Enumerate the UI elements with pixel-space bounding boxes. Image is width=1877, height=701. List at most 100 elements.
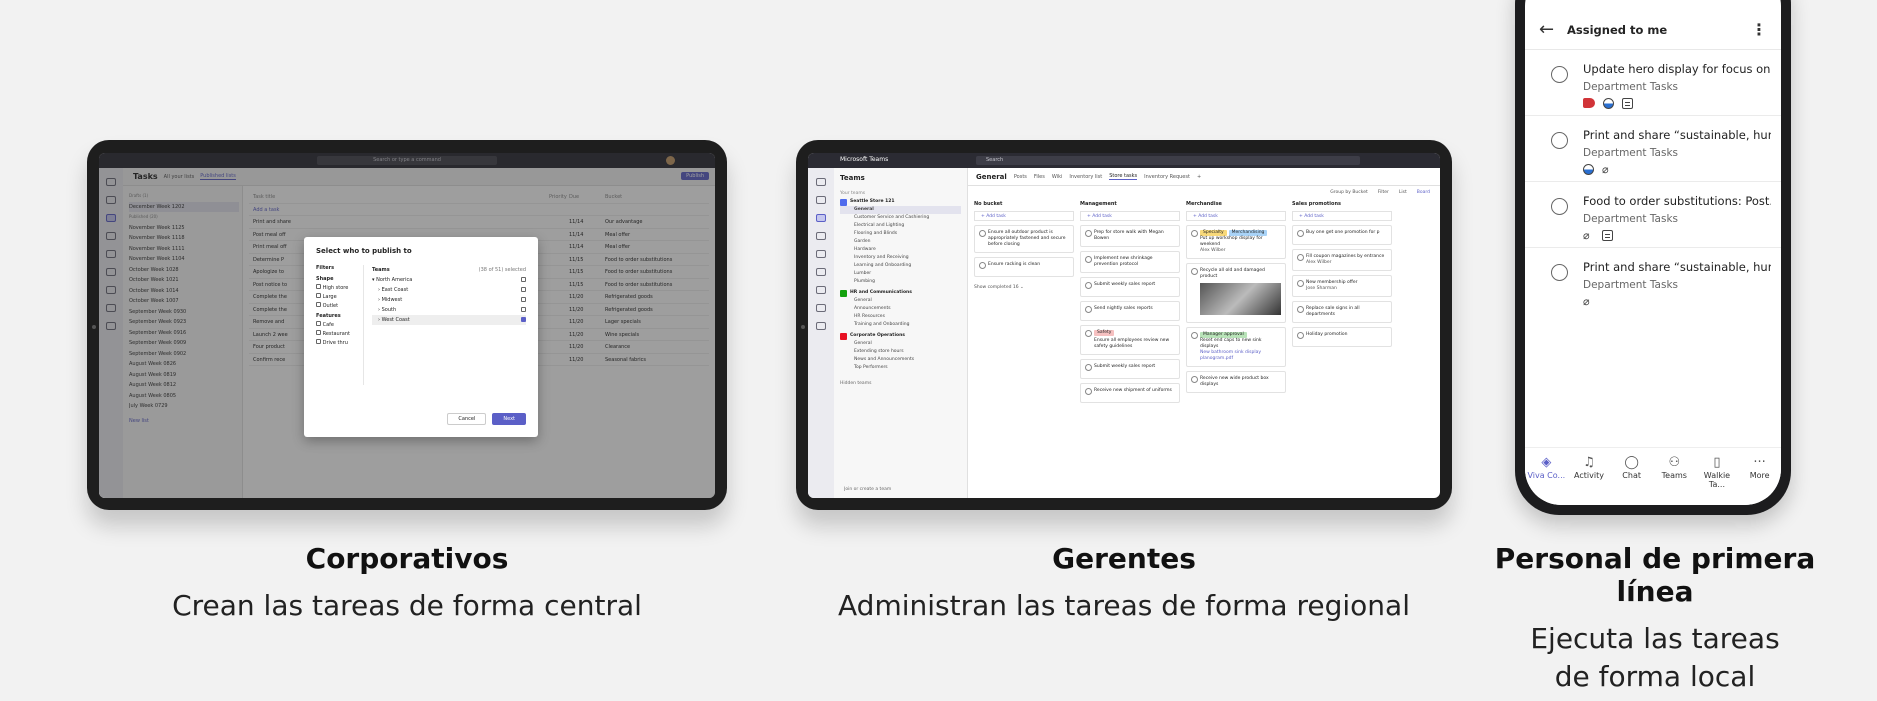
channel-item[interactable]: Flooring and Blinds: [840, 230, 961, 238]
filter-button[interactable]: Filter: [1378, 190, 1389, 195]
next-button[interactable]: Next: [492, 413, 526, 425]
task-card[interactable]: Submit weekly sales report: [1080, 277, 1180, 297]
shifts-icon[interactable]: [816, 250, 826, 258]
tab-inventory-list[interactable]: Inventory list: [1069, 174, 1102, 180]
add-task-button[interactable]: + Add task: [1292, 211, 1392, 221]
team-row[interactable]: › South: [372, 305, 526, 315]
more-vertical-icon[interactable]: ⋮: [1751, 20, 1767, 39]
team-row[interactable]: ▾ North America: [372, 275, 526, 285]
tasks-icon[interactable]: [816, 232, 826, 240]
filter-option[interactable]: Cafe: [316, 319, 363, 328]
channel-item[interactable]: Customer Service and Cashiering: [840, 214, 961, 222]
channel-item[interactable]: Electrical and Lighting: [840, 222, 961, 230]
channel-item[interactable]: Announcements: [840, 305, 961, 313]
filter-option[interactable]: Drive thru: [316, 337, 363, 346]
channel-item[interactable]: Lumber: [840, 270, 961, 278]
activity-icon[interactable]: [816, 178, 826, 186]
channel-item[interactable]: Extending store hours: [840, 348, 961, 356]
group-by-dropdown[interactable]: Group by Bucket: [1330, 190, 1367, 195]
complete-circle-icon[interactable]: [1551, 264, 1568, 281]
task-card[interactable]: Holiday promotion: [1292, 327, 1392, 347]
approvals-icon[interactable]: [816, 268, 826, 276]
channel-item[interactable]: Hardware: [840, 246, 961, 254]
task-card[interactable]: Manager approval Reset end caps to new si…: [1186, 327, 1286, 367]
task-card[interactable]: Safety Ensure all employees review new sa…: [1080, 325, 1180, 355]
task-card[interactable]: New membership offer Jose Sharman: [1292, 275, 1392, 297]
tab-posts[interactable]: Posts: [1014, 174, 1027, 180]
task-card[interactable]: Send nightly sales reports: [1080, 301, 1180, 321]
app-rail: [808, 168, 834, 498]
tab-files[interactable]: Files: [1034, 174, 1045, 180]
cancel-button[interactable]: Cancel: [447, 413, 487, 425]
channel-item[interactable]: Plumbing: [840, 278, 961, 286]
list-item[interactable]: Print and share “sustainable, hum... Dep…: [1525, 116, 1781, 182]
chat-icon[interactable]: [816, 196, 826, 204]
board-view-button[interactable]: Board: [1417, 190, 1430, 195]
task-card[interactable]: Fill coupon magazines by entrance Alex Wi…: [1292, 249, 1392, 271]
nav-activity[interactable]: ♫ Activity: [1569, 455, 1609, 505]
files-icon[interactable]: [816, 322, 826, 330]
team-item[interactable]: Corporate Operations: [840, 332, 961, 340]
channel-item[interactable]: News and Announcements: [840, 356, 961, 364]
list-view-button[interactable]: List: [1399, 190, 1407, 195]
task-card[interactable]: Buy one get one promotion for p: [1292, 225, 1392, 245]
task-card[interactable]: Recycle all old and damaged product: [1186, 263, 1286, 323]
channel-item[interactable]: Learning and Onboarding: [840, 262, 961, 270]
task-card[interactable]: Submit weekly sales report: [1080, 359, 1180, 379]
channel-item[interactable]: Garden: [840, 238, 961, 246]
show-completed-toggle[interactable]: Show completed 16 ⌄: [974, 285, 1074, 290]
task-card[interactable]: Receive new wide product box displays: [1186, 371, 1286, 393]
task-card[interactable]: Ensure racking is clean: [974, 257, 1074, 277]
nav-teams[interactable]: ⚇ Teams: [1654, 455, 1694, 505]
team-item[interactable]: HR and Communications: [840, 289, 961, 297]
nav-more[interactable]: ··· More: [1740, 455, 1780, 505]
filter-option[interactable]: Large: [316, 291, 363, 300]
add-task-button[interactable]: + Add task: [1080, 211, 1180, 221]
task-card[interactable]: Replace sale signs in all departments: [1292, 301, 1392, 323]
channel-item[interactable]: Training and Onboarding: [840, 321, 961, 329]
caption-managers: Gerentes Administran las tareas de forma…: [796, 542, 1452, 625]
list-item[interactable]: Food to order substitutions: Post... Dep…: [1525, 182, 1781, 248]
tab-wiki[interactable]: Wiki: [1052, 174, 1063, 180]
add-task-button[interactable]: + Add task: [1186, 211, 1286, 221]
team-row[interactable]: › Midwest: [372, 295, 526, 305]
complete-circle-icon[interactable]: [1551, 132, 1568, 149]
task-card[interactable]: Receive new shipment of uniforms: [1080, 383, 1180, 403]
channel-item[interactable]: General: [840, 206, 961, 214]
filter-option[interactable]: Outlet: [316, 300, 363, 309]
back-arrow-icon[interactable]: ←: [1539, 19, 1567, 40]
caption-subtitle: Ejecuta las tareas de forma local: [1530, 622, 1780, 693]
calls-icon[interactable]: [816, 304, 826, 312]
task-card[interactable]: Prep for store walk with Megan Bowen: [1080, 225, 1180, 247]
channel-item[interactable]: General: [840, 297, 961, 305]
calendar-icon[interactable]: [816, 286, 826, 294]
bottom-nav: ◈ Viva Co... ♫ Activity ◯ Chat ⚇ Teams ▯ Walk…: [1525, 447, 1781, 505]
task-card[interactable]: Ensure all outdoor product is appropriat…: [974, 225, 1074, 253]
join-team-link[interactable]: Join or create a team: [844, 486, 891, 494]
filter-option[interactable]: Restaurant: [316, 328, 363, 337]
channel-item[interactable]: General: [840, 340, 961, 348]
team-item[interactable]: Seattle Store 121: [840, 198, 961, 206]
task-card[interactable]: Implement new shrinkage prevention proto…: [1080, 251, 1180, 273]
add-tab-icon[interactable]: +: [1197, 174, 1201, 180]
search-input[interactable]: Search: [976, 156, 1360, 165]
nav-walkie-talkie[interactable]: ▯ Walkie Ta...: [1697, 455, 1737, 505]
tab-inventory-request[interactable]: Inventory Request: [1144, 174, 1190, 180]
filter-option[interactable]: High store: [316, 282, 363, 291]
complete-circle-icon[interactable]: [1551, 198, 1568, 215]
list-item[interactable]: Update hero display for focus on... Depa…: [1525, 50, 1781, 116]
tab-store-tasks[interactable]: Store tasks: [1109, 173, 1138, 180]
nav-chat[interactable]: ◯ Chat: [1612, 455, 1652, 505]
team-row[interactable]: › East Coast: [372, 285, 526, 295]
task-card[interactable]: Specialty Merchandising Put up workshop di…: [1186, 225, 1286, 259]
teams-icon[interactable]: [816, 214, 826, 222]
nav-viva-connections[interactable]: ◈ Viva Co...: [1526, 455, 1566, 505]
team-row[interactable]: › West Coast: [372, 315, 526, 325]
channel-item[interactable]: Inventory and Receiving: [840, 254, 961, 262]
hidden-teams-link[interactable]: Hidden teams: [840, 380, 961, 388]
channel-item[interactable]: Top Performers: [840, 364, 961, 372]
channel-item[interactable]: HR Resources: [840, 313, 961, 321]
add-task-button[interactable]: + Add task: [974, 211, 1074, 221]
list-item[interactable]: Print and share “sustainable, hum... Dep…: [1525, 248, 1781, 314]
complete-circle-icon[interactable]: [1551, 66, 1568, 83]
